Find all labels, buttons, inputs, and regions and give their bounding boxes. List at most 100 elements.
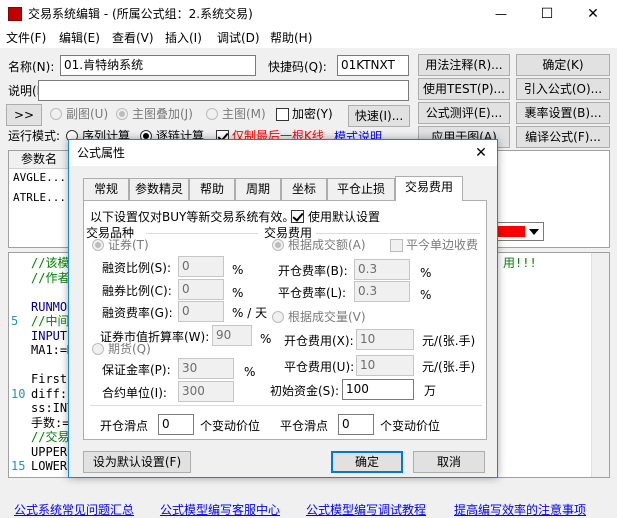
encrypt-checkbox[interactable]: [276, 108, 289, 121]
subchart-label: 副图(U): [66, 107, 109, 121]
overlay-label: 主图叠加(J): [132, 107, 193, 121]
financing-rate-input[interactable]: 0: [178, 301, 224, 322]
close-button[interactable]: ✕: [570, 0, 616, 28]
window-title: 交易系统编辑 - (所属公式组：2.系统交易): [28, 7, 253, 21]
today-single-label: 平今单边收费: [406, 238, 479, 252]
by-amount-label: 根据成交额(A): [288, 238, 366, 252]
securities-label: 证券(T): [108, 238, 149, 252]
expand-button[interactable]: >>: [6, 104, 42, 126]
close-fee-input[interactable]: 10: [356, 355, 414, 376]
tab-general[interactable]: 常规: [83, 178, 129, 200]
usage-notes-button[interactable]: 用法注释(R)...: [418, 54, 510, 76]
open-slip-unit: 个变动价位: [200, 419, 261, 433]
close-rate-percent: %: [420, 288, 432, 302]
menu-help[interactable]: 帮助(H): [270, 30, 312, 46]
shortcut-input[interactable]: 01KTNXT: [337, 55, 409, 76]
open-fee-input[interactable]: 10: [356, 329, 414, 350]
margin-ratio-input[interactable]: 0: [178, 256, 224, 277]
link-support[interactable]: 公式模型编写客服中心: [160, 501, 280, 518]
link-tutorial[interactable]: 公式模型编写调试教程: [306, 501, 426, 518]
short-ratio-input[interactable]: 0: [178, 279, 224, 300]
param-table-header[interactable]: 参数名: [9, 151, 69, 169]
futures-radio[interactable]: [92, 343, 104, 355]
use-test-button[interactable]: 使用TEST(P)...: [418, 78, 510, 100]
close-fee-unit: 元/(张.手): [422, 360, 476, 374]
close-slip-label: 平仓滑点: [280, 419, 329, 433]
use-default-label: 使用默认设置: [308, 210, 381, 224]
code-line: 手数:=: [31, 415, 70, 430]
color-swatch: [495, 226, 525, 237]
mainchart-label: 主图(M): [222, 107, 266, 121]
overlay-radio[interactable]: [116, 108, 128, 120]
by-amount-radio[interactable]: [272, 239, 284, 251]
formula-properties-dialog: 公式属性 ✕ 常规 参数精灵 帮助 周期 坐标 平仓止损 交易费用 以下设置仅对…: [68, 139, 498, 478]
link-efficiency[interactable]: 提高编写效率的注意事项: [454, 501, 586, 518]
tab-help[interactable]: 帮助: [189, 178, 235, 200]
menu-view[interactable]: 查看(V): [112, 30, 154, 46]
notice-text: 以下设置仅对BUY等新交易系统有效。: [90, 210, 295, 224]
close-slip-unit: 个变动价位: [380, 419, 441, 433]
dialog-ok-button[interactable]: 确定: [331, 451, 403, 473]
compile-formula-button[interactable]: 编译公式(F)...: [516, 126, 610, 148]
tab-panel: 以下设置仅对BUY等新交易系统有效。 使用默认设置 交易品种 证券(T) 融资比…: [83, 200, 487, 440]
short-ratio-label: 融券比例(C):: [102, 284, 172, 298]
short-ratio-percent: %: [232, 286, 244, 300]
close-rate-input[interactable]: 0.3: [354, 281, 410, 302]
open-fee-label: 开仓费用(X):: [284, 334, 354, 348]
capital-input[interactable]: 100: [342, 379, 414, 400]
separator-line: [90, 405, 482, 406]
open-rate-input[interactable]: 0.3: [354, 259, 410, 280]
menu-insert[interactable]: 插入(I): [165, 30, 202, 46]
tab-stop-loss[interactable]: 平仓止损: [327, 178, 395, 200]
tab-param-wizard[interactable]: 参数精灵: [129, 178, 189, 200]
vertical-scrollbar[interactable]: [591, 253, 609, 477]
name-input[interactable]: 01.肯特纳系统: [60, 55, 256, 76]
use-default-checkbox[interactable]: [291, 210, 304, 223]
dialog-close-icon[interactable]: ✕: [469, 142, 493, 164]
import-formula-button[interactable]: 引入公式(O)...: [516, 78, 610, 100]
deposit-percent: %: [244, 365, 256, 379]
close-slip-input[interactable]: 0: [338, 414, 374, 435]
color-dropdown[interactable]: [492, 222, 544, 241]
code-right-snippet: 用!!!: [503, 256, 537, 270]
chevron-down-icon: [529, 229, 539, 235]
desc-input[interactable]: [38, 80, 409, 101]
maximize-button[interactable]: ☐: [524, 0, 570, 28]
open-fee-unit: 元/(张.手): [422, 334, 476, 348]
param-row[interactable]: ATRLE...: [13, 191, 66, 204]
contract-input[interactable]: 300: [178, 381, 234, 402]
by-volume-radio[interactable]: [272, 311, 284, 323]
formula-eval-button[interactable]: 公式测评(E)...: [418, 102, 510, 124]
link-faq[interactable]: 公式系统常见问题汇总: [14, 501, 134, 518]
mainchart-radio[interactable]: [206, 108, 218, 120]
minimize-button[interactable]: —: [478, 0, 524, 28]
tab-period[interactable]: 周期: [235, 178, 281, 200]
subchart-radio[interactable]: [50, 108, 62, 120]
code-line: //交易: [31, 430, 70, 444]
dialog-cancel-button[interactable]: 取消: [413, 451, 485, 473]
tab-strip: 常规 参数精灵 帮助 周期 坐标 平仓止损 交易费用: [83, 176, 483, 201]
confirm-button[interactable]: 确定(K): [516, 54, 610, 76]
market-value-percent: %: [260, 332, 272, 346]
deposit-label: 保证金率(P):: [102, 363, 171, 377]
tab-trading-fees[interactable]: 交易费用: [395, 176, 463, 201]
code-line: //作者: [31, 270, 70, 285]
fee-settings-button[interactable]: 裹率设置(B)...: [516, 102, 610, 124]
today-single-checkbox[interactable]: [390, 239, 403, 252]
set-default-button[interactable]: 设为默认设置(F): [83, 451, 191, 473]
speed-button[interactable]: 快速(I)...: [348, 105, 410, 127]
line-gutter: [9, 253, 27, 477]
param-row[interactable]: AVGLE...: [13, 171, 66, 184]
menu-edit[interactable]: 编辑(E): [59, 30, 100, 46]
tab-coordinate[interactable]: 坐标: [281, 178, 327, 200]
menu-file[interactable]: 文件(F): [6, 30, 46, 46]
title-bar: 交易系统编辑 - (所属公式组：2.系统交易) — ☐ ✕: [0, 0, 617, 28]
capital-label: 初始资金(S):: [270, 384, 340, 398]
line-number: 10: [11, 386, 26, 401]
deposit-input[interactable]: 30: [178, 358, 234, 379]
market-value-input[interactable]: 90: [212, 325, 252, 346]
open-slip-input[interactable]: 0: [158, 414, 194, 435]
menu-debug[interactable]: 调试(D): [217, 30, 260, 46]
code-line: //中间: [31, 314, 70, 328]
securities-radio[interactable]: [92, 239, 104, 251]
